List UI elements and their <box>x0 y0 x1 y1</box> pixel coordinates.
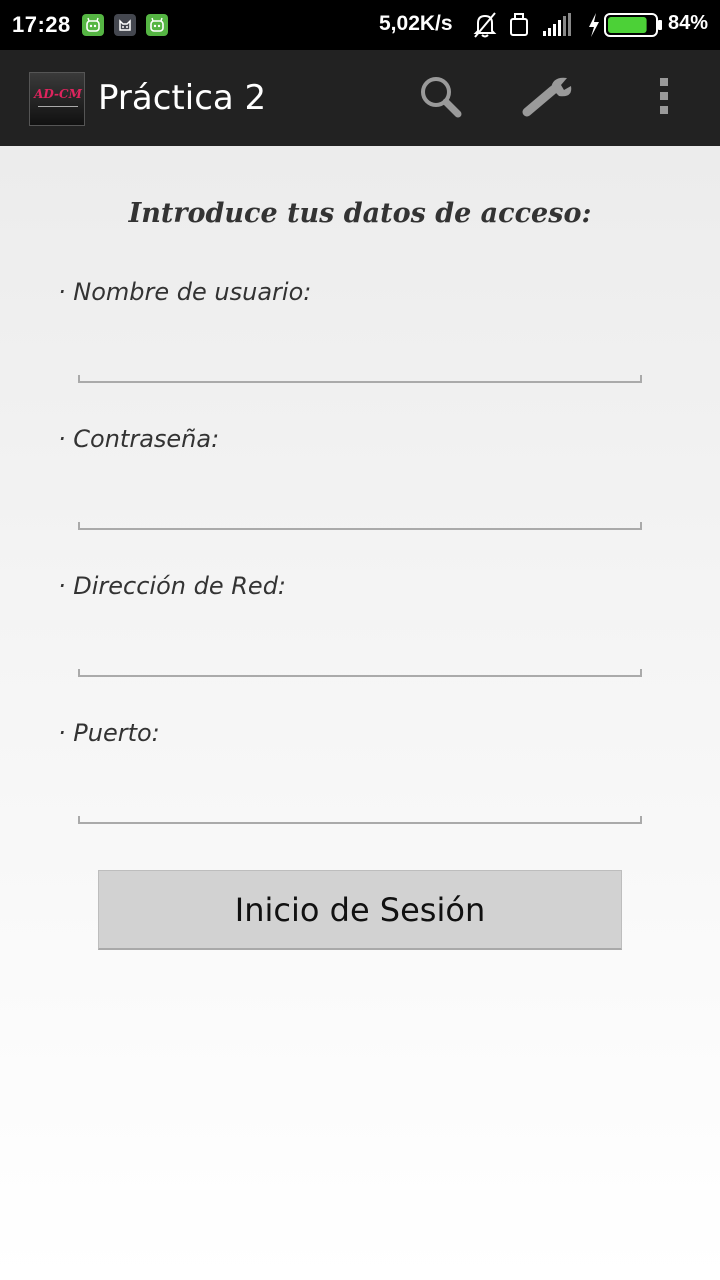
password-field[interactable] <box>78 479 642 525</box>
login-button[interactable]: Inicio de Sesión <box>98 870 622 950</box>
battery-icon <box>604 13 664 41</box>
password-underline <box>78 522 642 530</box>
port-underline <box>78 816 642 824</box>
overflow-menu-icon <box>654 72 674 124</box>
port-label: · Puerto: <box>58 719 160 747</box>
logo-text: AD-CM <box>34 87 82 101</box>
status-time: 17:28 <box>12 12 71 37</box>
android-icon <box>146 14 168 36</box>
network-address-field[interactable] <box>78 626 642 672</box>
overflow-menu-button[interactable] <box>636 72 692 124</box>
login-form: Introduce tus datos de acceso: · Nombre … <box>0 146 720 1280</box>
signal-icon <box>541 11 573 43</box>
cat-icon <box>114 14 136 36</box>
logo-divider <box>38 106 78 107</box>
app-logo[interactable]: AD-CM <box>29 72 85 126</box>
wrench-icon <box>521 72 579 124</box>
bell-muted-icon <box>473 11 497 43</box>
network-address-label: · Dirección de Red: <box>58 572 287 600</box>
vibrate-icon <box>509 11 529 43</box>
network-speed: 5,02K/s <box>379 12 453 35</box>
android-icon <box>82 14 104 36</box>
port-field[interactable] <box>78 773 642 819</box>
search-icon <box>416 72 464 124</box>
app-title: Práctica 2 <box>98 78 267 118</box>
username-label: · Nombre de usuario: <box>58 278 312 306</box>
username-underline <box>78 375 642 383</box>
password-label: · Contraseña: <box>58 425 220 453</box>
network-address-underline <box>78 669 642 677</box>
form-heading: Introduce tus datos de acceso: <box>128 198 592 229</box>
charging-icon <box>586 11 602 43</box>
search-button[interactable] <box>412 72 468 124</box>
action-bar: AD-CM Práctica 2 <box>0 50 720 146</box>
battery-percent: 84% <box>668 12 709 34</box>
status-bar: 17:28 5,02K/s 84% <box>0 0 720 50</box>
settings-button[interactable] <box>522 72 578 124</box>
username-field[interactable] <box>78 332 642 378</box>
